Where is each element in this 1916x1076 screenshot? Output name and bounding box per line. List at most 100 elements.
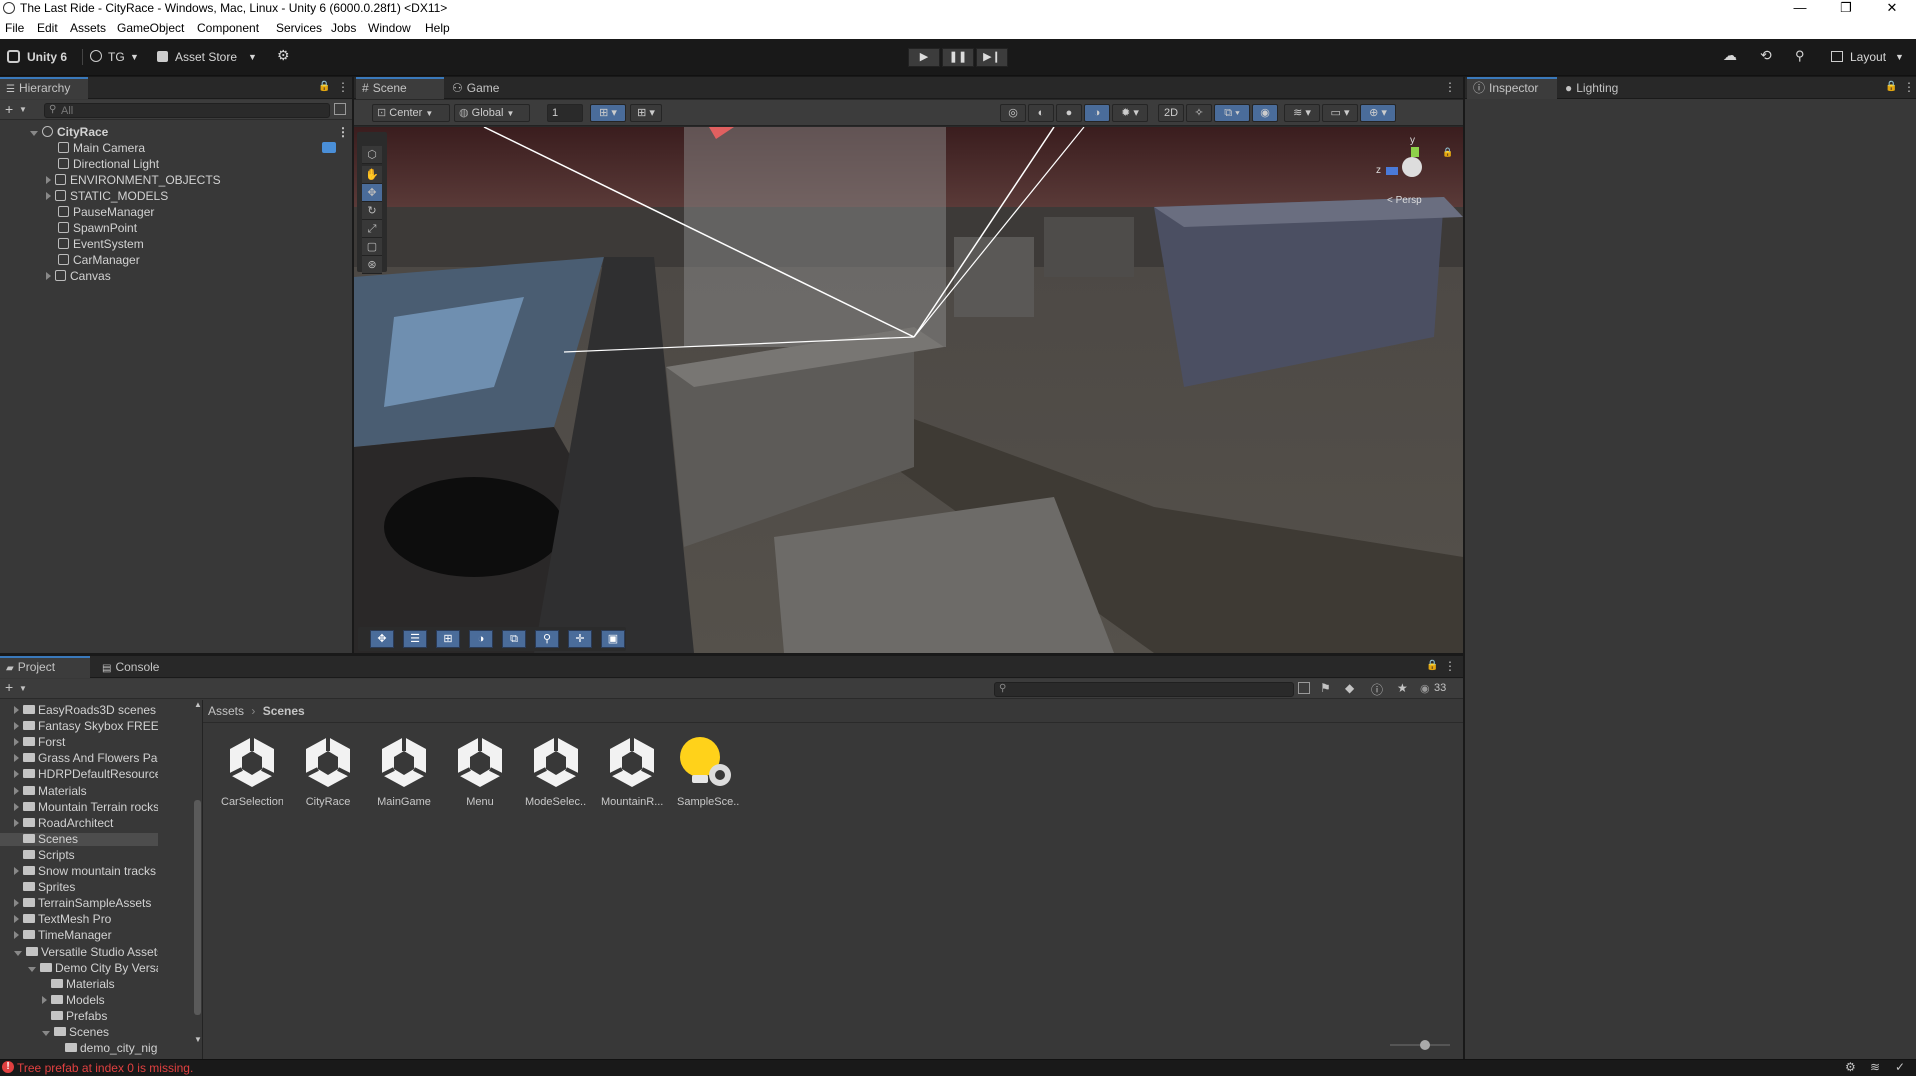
- zoom-slider-thumb[interactable]: [1420, 1040, 1430, 1050]
- scene-viewport[interactable]: ⬡ ✋ ✥ ↻ ⤢ ▢ ⊛ y z 🔒 < Persp ✥ ☰ ⊞ ◑ ⧉ ⚲ …: [354, 127, 1463, 653]
- view-tool-icon[interactable]: ⬡: [362, 146, 382, 164]
- warning-filter-icon[interactable]: ⓘ: [1371, 681, 1383, 698]
- menu-jobs[interactable]: Jobs: [331, 21, 356, 35]
- folder-tree-item[interactable]: EasyRoads3D scenes: [0, 704, 158, 717]
- gizmos-dropdown-icon[interactable]: ⊕ ▾: [1360, 104, 1396, 122]
- folder-tree-item[interactable]: demo_city_night: [0, 1042, 158, 1055]
- snap-increment-field[interactable]: 1: [547, 104, 583, 122]
- menu-help[interactable]: Help: [425, 21, 450, 35]
- search-icon[interactable]: ⚲: [1795, 48, 1805, 64]
- favorite-star-icon[interactable]: ★: [1397, 681, 1408, 695]
- hidden-packages-icon[interactable]: ◉: [1420, 682, 1430, 695]
- hierarchy-item-directional-light[interactable]: Directional Light: [58, 156, 159, 172]
- folder-tree-item[interactable]: Prefabs: [0, 1010, 158, 1023]
- menu-component[interactable]: Component: [197, 21, 259, 35]
- overlay-camera-icon[interactable]: ▣: [601, 630, 625, 648]
- scale-tool-icon[interactable]: ⤢: [362, 220, 382, 238]
- tab-console[interactable]: ▤ Console: [96, 656, 176, 678]
- debug-icon[interactable]: ⚙: [1845, 1060, 1856, 1074]
- folder-tree-item[interactable]: Fantasy Skybox FREE: [0, 720, 158, 733]
- grid-visibility-toggle[interactable]: ⊞ ▾: [630, 104, 662, 122]
- hierarchy-item-event-system[interactable]: EventSystem: [58, 236, 144, 252]
- hierarchy-item-environment-objects[interactable]: ENVIRONMENT_OBJECTS: [46, 172, 221, 188]
- tab-hierarchy[interactable]: ☰ Hierarchy: [0, 77, 88, 99]
- asset-item[interactable]: SampleSce...: [677, 735, 739, 808]
- asset-store-button[interactable]: Asset Store: [175, 50, 237, 64]
- project-search-input[interactable]: ⚲: [994, 682, 1294, 697]
- layout-dropdown[interactable]: Layout: [1850, 50, 1886, 64]
- rect-tool-icon[interactable]: ▢: [362, 238, 382, 256]
- folder-tree-scrollbar[interactable]: ▲ ▼: [193, 700, 202, 1045]
- tab-project[interactable]: ▰ Project: [0, 656, 90, 678]
- tab-lighting[interactable]: ● Lighting: [1559, 77, 1649, 99]
- progress-icon[interactable]: ✓: [1895, 1060, 1905, 1074]
- asset-item[interactable]: CarSelection: [221, 735, 283, 808]
- grid-snap-toggle[interactable]: ⊞ ▾: [590, 104, 626, 122]
- camera-gizmo-icon[interactable]: [322, 142, 336, 153]
- folder-tree-item[interactable]: Scenes: [0, 1026, 158, 1039]
- folder-tree-item[interactable]: Materials: [0, 978, 158, 991]
- move-tool-icon[interactable]: ✥: [362, 184, 382, 202]
- tab-scene[interactable]: # Scene: [356, 77, 444, 99]
- close-button[interactable]: ✕: [1872, 0, 1912, 17]
- menu-assets[interactable]: Assets: [70, 21, 106, 35]
- history-icon[interactable]: ⟲: [1760, 47, 1772, 64]
- hierarchy-item-car-manager[interactable]: CarManager: [58, 252, 140, 268]
- draw-mode-icon[interactable]: ◎: [1000, 104, 1026, 122]
- hierarchy-item-static-models[interactable]: STATIC_MODELS: [46, 188, 168, 204]
- hierarchy-item-main-camera[interactable]: Main Camera: [58, 140, 145, 156]
- folder-tree-item[interactable]: Forst: [0, 736, 158, 749]
- scene-menu-icon[interactable]: ⋮: [337, 124, 349, 140]
- asset-item[interactable]: MountainR...: [601, 735, 663, 808]
- scroll-down-icon[interactable]: ▼: [194, 1035, 202, 1044]
- visibility-eye-icon[interactable]: ◉: [1252, 104, 1278, 122]
- layers-dropdown-icon[interactable]: ≋ ▾: [1284, 104, 1320, 122]
- breadcrumb-assets[interactable]: Assets: [208, 704, 244, 718]
- search-by-type-icon[interactable]: [334, 103, 346, 115]
- folder-tree-item[interactable]: Materials: [0, 785, 158, 798]
- folder-tree-item[interactable]: Mountain Terrain rocks ar: [0, 801, 158, 814]
- gizmo-lock-icon[interactable]: 🔒: [1442, 147, 1453, 158]
- network-icon[interactable]: ≋: [1870, 1060, 1880, 1074]
- asset-item[interactable]: MainGame: [373, 735, 435, 808]
- projection-label[interactable]: < Persp: [1387, 195, 1422, 206]
- scroll-up-icon[interactable]: ▲: [194, 700, 202, 709]
- lock-icon[interactable]: 🔒: [318, 81, 330, 92]
- asset-item[interactable]: Menu: [449, 735, 511, 808]
- folder-tree-item[interactable]: TimeManager: [0, 929, 158, 942]
- effects-toggle-icon[interactable]: ✹ ▾: [1112, 104, 1148, 122]
- pivot-dropdown[interactable]: ⊡ Center ▼: [372, 104, 450, 122]
- menu-edit[interactable]: Edit: [37, 21, 58, 35]
- overlay-layers-icon[interactable]: ⧉: [502, 630, 526, 648]
- breadcrumb-scenes[interactable]: Scenes: [263, 704, 305, 718]
- minimize-button[interactable]: —: [1780, 0, 1820, 17]
- folder-tree-item[interactable]: Versatile Studio Assets: [0, 946, 158, 959]
- menu-gameobject[interactable]: GameObject: [117, 21, 184, 35]
- cloud-icon[interactable]: ☁: [1723, 47, 1737, 64]
- restore-button[interactable]: ❐: [1826, 0, 1866, 17]
- overlay-panel-icon[interactable]: ☰: [403, 630, 427, 648]
- lock-icon[interactable]: 🔒: [1885, 81, 1897, 92]
- pause-button[interactable]: ❚❚: [942, 48, 974, 67]
- lock-icon[interactable]: 🔒: [1426, 660, 1438, 671]
- search-by-type-icon[interactable]: [1298, 682, 1310, 694]
- folder-tree-item[interactable]: TerrainSampleAssets: [0, 897, 158, 910]
- fx-dropdown-icon[interactable]: ⧉ ▾: [1214, 104, 1250, 122]
- folder-tree-item[interactable]: Demo City By Versatile: [0, 962, 158, 975]
- panel-menu-icon[interactable]: ⋮: [1444, 80, 1456, 94]
- shaded-mode-icon[interactable]: ●: [1056, 104, 1082, 122]
- panel-menu-icon[interactable]: ⋮: [1444, 659, 1456, 673]
- hand-tool-icon[interactable]: ✋: [362, 166, 382, 184]
- audio-toggle-icon[interactable]: 2D: [1158, 104, 1184, 122]
- overlay-pivot-icon[interactable]: ✛: [568, 630, 592, 648]
- menu-window[interactable]: Window: [368, 21, 411, 35]
- panel-menu-icon[interactable]: ⋮: [1903, 80, 1915, 94]
- wireframe-shading-icon[interactable]: ◐: [1028, 104, 1054, 122]
- light-toggle-icon[interactable]: ✧: [1186, 104, 1212, 122]
- asset-item[interactable]: ModeSelec...: [525, 735, 587, 808]
- zoom-slider[interactable]: [1390, 1040, 1450, 1050]
- orientation-gizmo[interactable]: y z 🔒 < Persp: [1354, 135, 1454, 215]
- folder-tree-item[interactable]: Models: [0, 994, 158, 1007]
- play-button[interactable]: ▶: [908, 48, 940, 67]
- space-dropdown[interactable]: ◍ Global ▼: [454, 104, 530, 122]
